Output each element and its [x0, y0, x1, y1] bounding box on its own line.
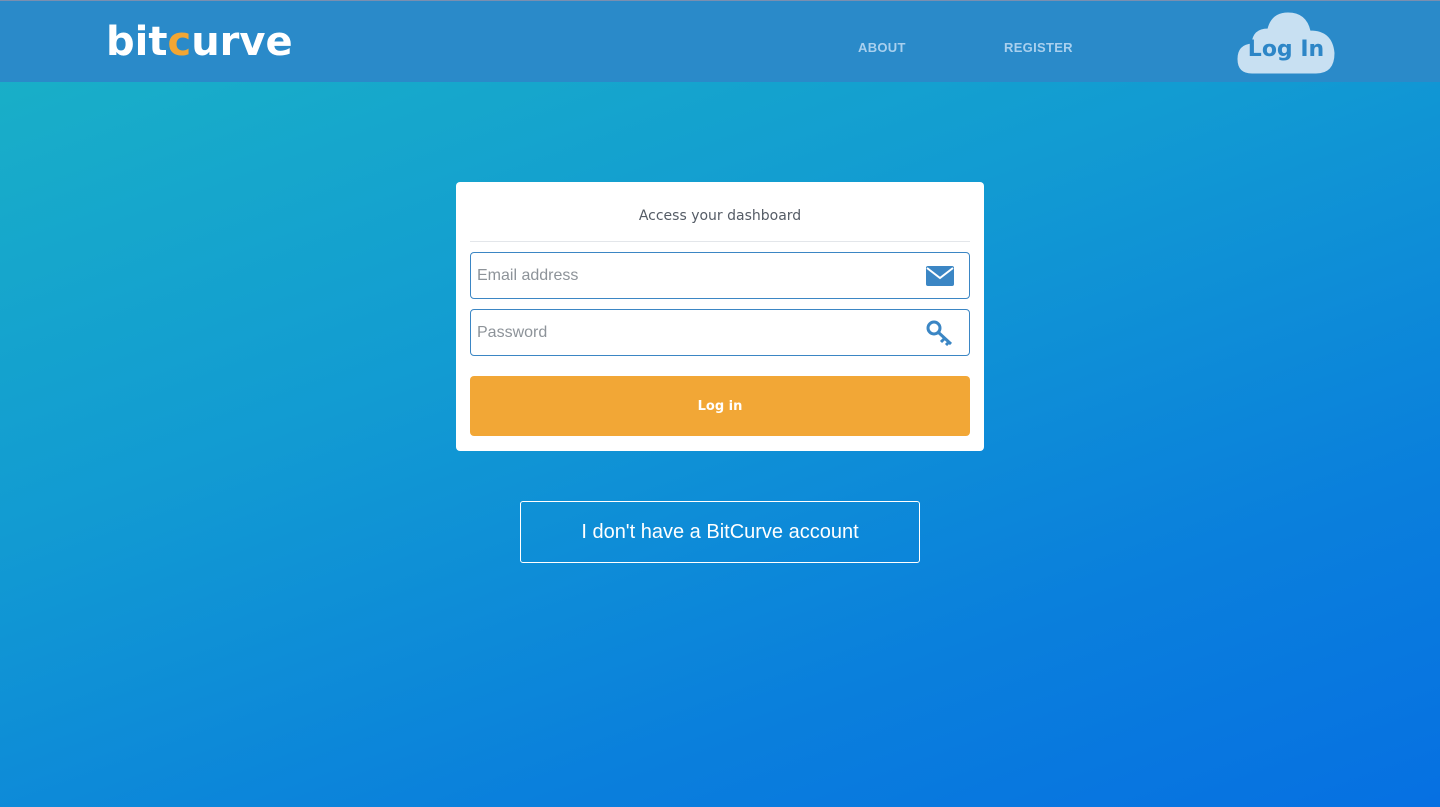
nav-link-about[interactable]: ABOUT — [858, 40, 906, 55]
login-cloud-button[interactable]: Log In — [1236, 11, 1336, 75]
no-account-button[interactable]: I don't have a BitCurve account — [520, 501, 920, 563]
email-input[interactable] — [477, 253, 907, 298]
top-navigation-bar: bitcurve ABOUT REGISTER Log In — [0, 0, 1440, 82]
logo-text-accent: c — [167, 19, 192, 65]
login-card-title: Access your dashboard — [638, 208, 802, 224]
bitcurve-logo[interactable]: bitcurve — [106, 19, 293, 65]
logo-text-left: bit — [106, 19, 168, 65]
envelope-icon — [926, 266, 954, 286]
card-divider — [470, 241, 970, 242]
password-field — [470, 309, 970, 356]
email-field — [470, 252, 970, 299]
nav-link-register[interactable]: REGISTER — [1004, 40, 1073, 55]
login-card: Access your dashboard Log in — [456, 182, 984, 451]
login-submit-button[interactable]: Log in — [470, 376, 970, 436]
login-cloud-label: Log In — [1247, 37, 1325, 62]
password-input[interactable] — [477, 310, 907, 355]
logo-text-right: urve — [191, 19, 293, 65]
key-icon — [926, 320, 953, 346]
